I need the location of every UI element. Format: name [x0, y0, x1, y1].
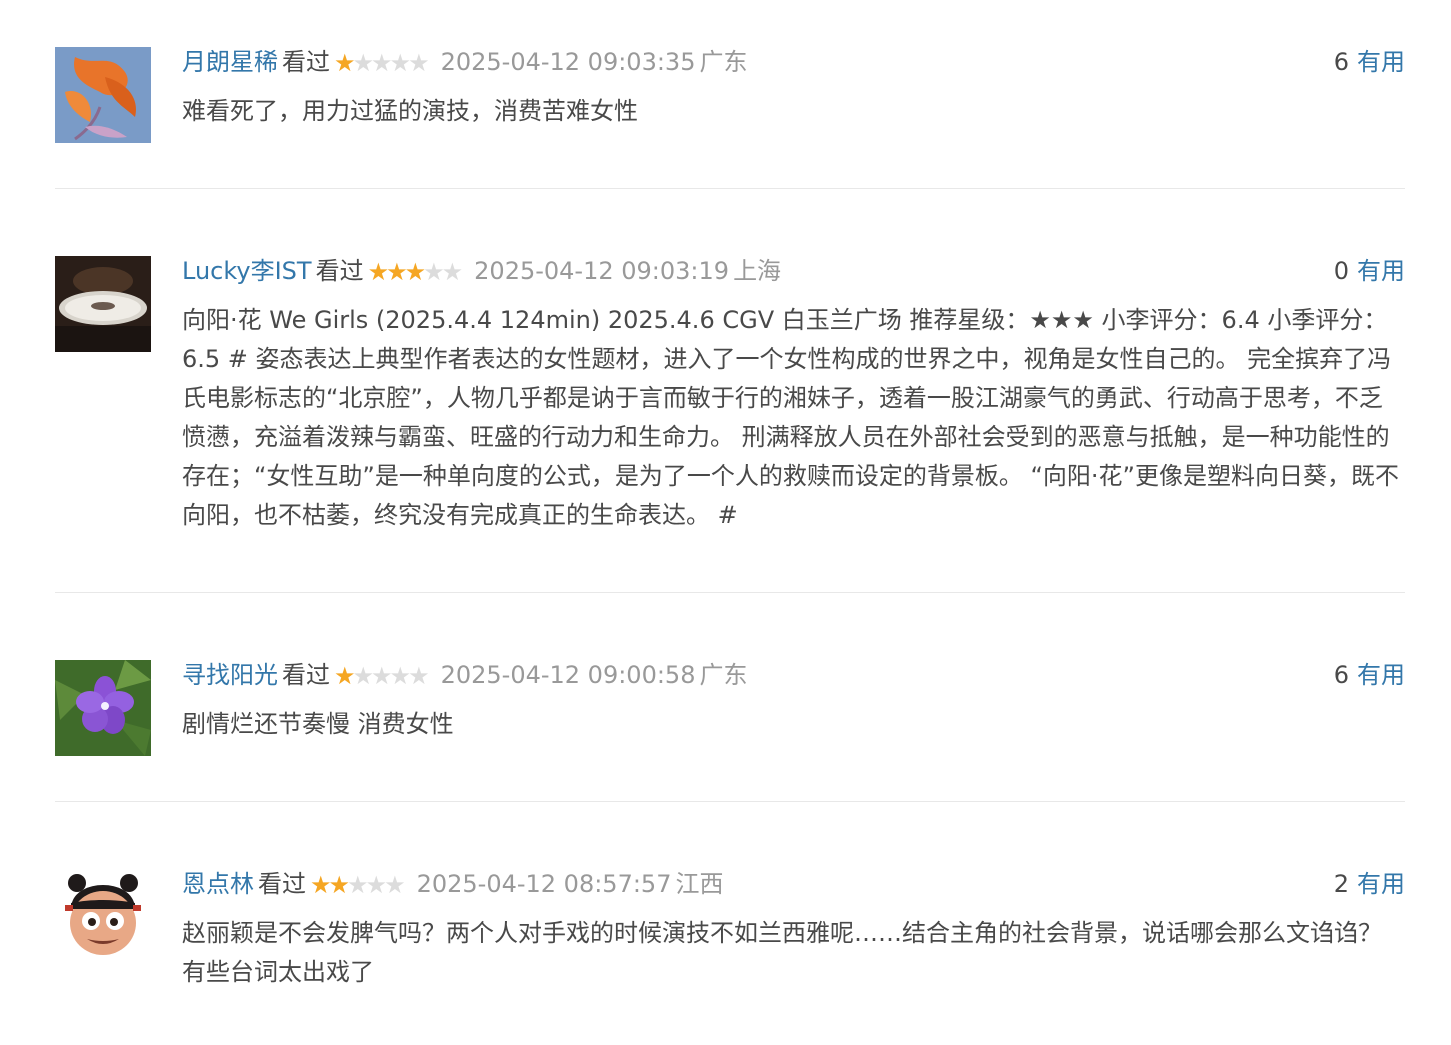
star-filled-icon: ★ [367, 258, 389, 286]
comment-item: 寻找阳光 看过 ★★★★★ 2025-04-12 09:00:58 广东 6 有用 剧情烂… [55, 660, 1405, 770]
rating-stars: ★★★★★ [334, 661, 430, 691]
star-filled-icon: ★ [328, 871, 350, 899]
star-filled-icon: ★ [310, 871, 331, 899]
purple-flower-avatar-icon [55, 660, 151, 756]
vote-area: 6 有用 [1334, 47, 1405, 77]
star-empty-icon: ★ [441, 258, 463, 286]
star-empty-icon: ★ [371, 49, 392, 77]
star-empty-icon: ★ [347, 871, 368, 899]
comment-location: 广东 [699, 661, 748, 689]
watch-status: 看过 [258, 870, 306, 898]
star-filled-icon: ★ [386, 258, 407, 286]
comment-header: 寻找阳光 看过 ★★★★★ 2025-04-12 09:00:58 广东 6 有用 [182, 660, 1405, 690]
vote-count: 0 [1333, 257, 1349, 285]
star-empty-icon: ★ [408, 662, 429, 690]
divider [55, 188, 1405, 189]
orange-lily-avatar-icon [55, 47, 151, 143]
star-empty-icon: ★ [352, 49, 374, 77]
star-filled-icon: ★ [404, 258, 426, 286]
username-link[interactable]: Lucky李IST [182, 257, 312, 285]
watch-status: 看过 [282, 48, 330, 76]
comment-location: 江西 [675, 870, 724, 898]
useful-vote-button[interactable]: 有用 [1357, 48, 1405, 76]
comment-location: 广东 [699, 48, 748, 76]
comment-location: 上海 [733, 257, 782, 285]
comment-header: Lucky李IST 看过 ★★★★★ 2025-04-12 09:03:19 上海 0有… [182, 256, 1405, 286]
vote-area: 2 有用 [1334, 869, 1405, 899]
rating-stars: ★★★★★ [334, 48, 430, 78]
comment-item: Lucky李IST 看过 ★★★★★ 2025-04-12 09:03:19 上海 0有… [55, 256, 1405, 556]
star-empty-icon: ★ [389, 49, 411, 77]
useful-vote-button[interactable]: 有用 [1357, 870, 1405, 898]
vote-area: 0 有用 [1334, 256, 1405, 286]
useful-vote-button[interactable]: 有用 [1357, 257, 1405, 285]
comment-text: 向阳·花 We Girls (2025.4.4 124min) 2025.4.6… [182, 306, 1399, 529]
username-link[interactable]: 恩点林 [182, 870, 254, 898]
comment-time: 2025-04-12 09:00:58 [440, 661, 696, 689]
watch-status: 看过 [315, 257, 364, 285]
star-empty-icon: ★ [408, 49, 429, 77]
useful-vote-button[interactable]: 有用 [1357, 661, 1405, 689]
comment-item: 恩点林 看过 ★★★★★ 2025-04-12 08:57:57 江西 2 有用 赵丽颖是… [55, 869, 1405, 1009]
comment-time: 2025-04-12 09:03:35 [440, 48, 696, 76]
comment-header: 恩点林 看过 ★★★★★ 2025-04-12 08:57:57 江西 2 有用 [182, 869, 1405, 899]
vote-count: 6 [1333, 661, 1349, 689]
avatar[interactable] [55, 660, 151, 756]
cartoon-character-avatar-icon [55, 869, 151, 965]
star-empty-icon: ★ [389, 662, 411, 690]
vote-count: 6 [1333, 48, 1349, 76]
star-filled-icon: ★ [334, 662, 355, 690]
comment-time: 2025-04-12 09:03:19 [474, 257, 730, 285]
star-empty-icon: ★ [371, 662, 392, 690]
avatar[interactable] [55, 869, 151, 965]
rating-stars: ★★★★★ [367, 257, 464, 287]
star-empty-icon: ★ [352, 662, 374, 690]
avatar[interactable] [55, 47, 151, 143]
vote-area: 6 有用 [1334, 660, 1405, 690]
comment-header: 月朗星稀 看过 ★★★★★ 2025-04-12 09:03:35 广东 6 有用 [182, 47, 1405, 77]
username-link[interactable]: 寻找阳光 [182, 661, 278, 689]
avatar[interactable] [55, 256, 151, 352]
vote-count: 2 [1333, 870, 1349, 898]
username-link[interactable]: 月朗星稀 [182, 48, 278, 76]
vinyl-record-avatar-icon [55, 256, 151, 352]
comment-text: 难看死了，用力过猛的演技，消费苦难女性 [182, 97, 638, 125]
star-empty-icon: ★ [423, 258, 444, 286]
star-empty-icon: ★ [365, 871, 387, 899]
comment-text: 赵丽颖是不会发脾气吗？两个人对手戏的时候演技不如兰西雅呢……结合主角的社会背景，… [182, 919, 1382, 986]
rating-stars: ★★★★★ [310, 870, 406, 900]
watch-status: 看过 [282, 661, 330, 689]
divider [55, 801, 1405, 802]
star-empty-icon: ★ [384, 871, 405, 899]
star-filled-icon: ★ [334, 49, 355, 77]
divider [55, 592, 1405, 593]
comment-text: 剧情烂还节奏慢 消费女性 [182, 710, 454, 738]
comment-item: 月朗星稀 看过 ★★★★★ 2025-04-12 09:03:35 广东 6 有用 难看死… [55, 47, 1405, 157]
comment-time: 2025-04-12 08:57:57 [416, 870, 672, 898]
